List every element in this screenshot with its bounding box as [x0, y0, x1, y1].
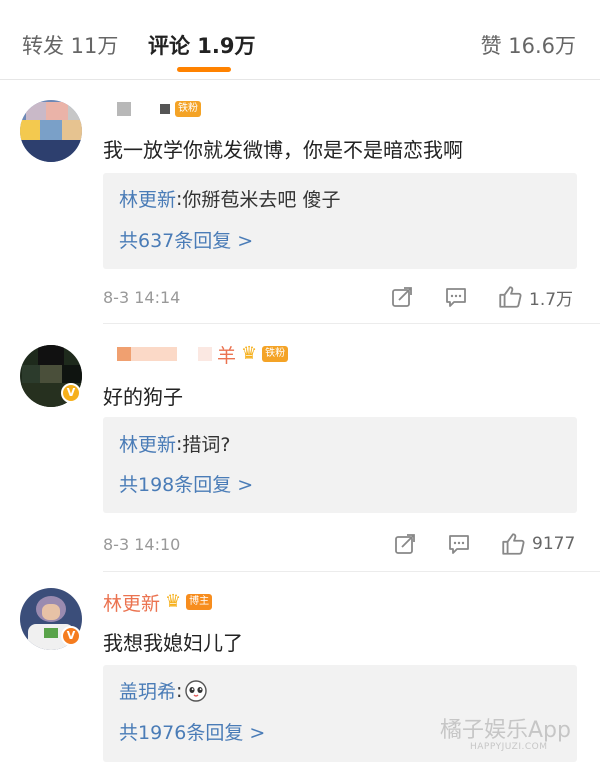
reply-line: 林更新: 你掰苞米去吧 傻子	[119, 185, 340, 212]
username-row: 铁粉	[103, 98, 201, 120]
share-icon	[392, 287, 412, 307]
username-blurred	[131, 347, 177, 361]
reply-button[interactable]	[444, 285, 468, 309]
active-tab-indicator	[177, 67, 231, 72]
username-blurred	[198, 347, 212, 361]
comment-icon	[449, 535, 469, 554]
fan-badge: 铁粉	[175, 101, 201, 117]
reply-text: 措词?	[182, 434, 231, 456]
reply-preview[interactable]: 林更新: 你掰苞米去吧 傻子 共637条回复 >	[103, 173, 577, 269]
comment-item: 铁粉 我一放学你就发微博，你是不是暗恋我啊 林更新: 你掰苞米去吧 傻子 共63…	[0, 80, 600, 324]
crown-icon: ♛	[165, 591, 182, 612]
share-icon	[395, 534, 415, 554]
reply-count-link[interactable]: 共1976条回复 >	[119, 718, 265, 745]
tab-repost[interactable]: 转发 11万	[22, 30, 118, 60]
reply-line: 盖玥希:	[119, 677, 208, 704]
reply-button[interactable]	[447, 532, 471, 556]
like-icon	[502, 533, 525, 555]
reply-count-link[interactable]: 共198条回复 >	[119, 470, 253, 497]
fan-badge: 铁粉	[262, 346, 289, 362]
reply-text: 你掰苞米去吧 傻子	[182, 189, 341, 211]
like-button[interactable]: 1.7万	[497, 284, 573, 310]
comment-text: 好的狗子	[103, 385, 183, 409]
share-button[interactable]	[393, 532, 417, 556]
reply-author[interactable]: 林更新	[119, 185, 176, 212]
like-button[interactable]: 9177	[500, 531, 575, 557]
comment-text: 我想我媳妇儿了	[103, 631, 243, 655]
username-blurred[interactable]	[117, 102, 131, 116]
watermark: 橘子娱乐App HAPPYJUZI.COM	[440, 712, 590, 762]
username-blurred	[160, 104, 170, 114]
verified-icon: V	[61, 383, 81, 403]
reply-author[interactable]: 林更新	[119, 430, 176, 457]
share-button[interactable]	[390, 285, 414, 309]
comment-time: 8-3 14:10	[103, 535, 181, 554]
crown-icon: ♛	[241, 343, 258, 364]
like-count: 9177	[532, 534, 576, 554]
tab-likes[interactable]: 赞 16.6万	[481, 30, 576, 60]
reply-count-link[interactable]: 共637条回复 >	[119, 226, 253, 253]
reply-line: 林更新: 措词?	[119, 430, 231, 457]
host-badge: 博主	[186, 594, 213, 610]
comment-time: 8-3 14:14	[103, 288, 181, 307]
reply-preview[interactable]: 林更新: 措词? 共198条回复 >	[103, 417, 577, 513]
emoji-face-icon	[185, 679, 208, 702]
comment-text: 我一放学你就发微博，你是不是暗恋我啊	[103, 138, 463, 162]
username[interactable]: 林更新	[103, 589, 160, 616]
comment-item: V 羊 ♛ 铁粉 好的狗子 林更新: 措词? 共198条回复 > 8-3 14:…	[0, 324, 600, 572]
watermark-sub: HAPPYJUZI.COM	[470, 742, 548, 752]
username-row: 林更新 ♛ 博主	[103, 589, 213, 616]
like-icon	[499, 286, 522, 308]
reply-author[interactable]: 盖玥希	[119, 677, 176, 704]
reply-separator: :	[176, 679, 183, 702]
verified-icon: V	[61, 626, 81, 646]
tab-comments[interactable]: 评论 1.9万	[148, 30, 256, 60]
username-blurred[interactable]	[117, 347, 131, 361]
comment-tabs: 转发 11万 评论 1.9万 赞 16.6万	[0, 0, 600, 80]
watermark-main: 橘子娱乐App	[440, 718, 571, 743]
username-tail[interactable]: 羊	[217, 341, 236, 368]
comment-icon	[446, 288, 466, 307]
username-row: 羊 ♛ 铁粉	[103, 341, 289, 368]
like-count: 1.7万	[529, 289, 574, 310]
avatar[interactable]	[20, 100, 82, 162]
